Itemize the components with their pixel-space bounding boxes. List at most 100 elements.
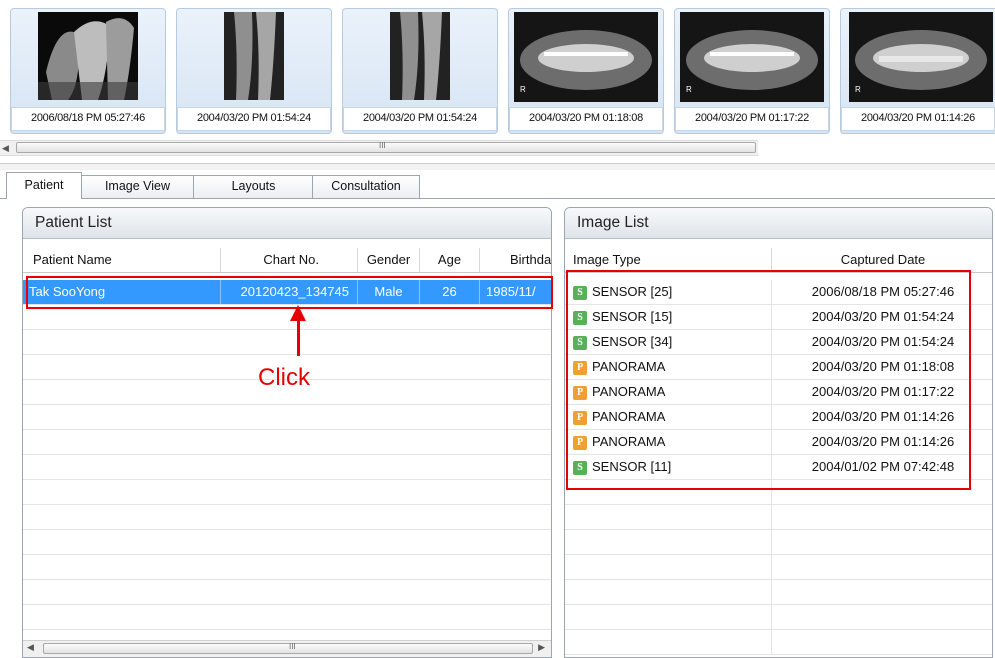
image-type-label: SENSOR [11] [592, 459, 672, 474]
image-row[interactable]: P PANORAMA 2004/03/20 PM 01:14:26 [565, 405, 992, 430]
arrow-shaft [297, 318, 300, 356]
thumbnail-strip: 2006/08/18 PM 05:27:46 2004/03/20 PM 01:… [0, 0, 995, 140]
image-row[interactable]: S SENSOR [11] 2004/01/02 PM 07:42:48 [565, 455, 992, 480]
xray-sensor-image [224, 12, 284, 100]
image-row[interactable]: P PANORAMA 2004/03/20 PM 01:17:22 [565, 380, 992, 405]
click-annotation: Click [258, 364, 310, 391]
empty-row [23, 505, 551, 530]
image-type-label: PANORAMA [592, 409, 666, 424]
captured-date-cell: 2004/01/02 PM 07:42:48 [811, 459, 955, 474]
image-list-panel: Image List Image Type Captured Date S SEN… [564, 207, 993, 658]
image-type-cell: P PANORAMA [565, 405, 772, 429]
empty-row [23, 305, 551, 330]
image-type-label: PANORAMA [592, 359, 666, 374]
gender-cell: Male [358, 280, 420, 304]
tab-patient[interactable]: Patient [6, 172, 82, 199]
patient-rows: Tak SooYong 20120423_134745 Male 26 1985… [23, 272, 551, 657]
empty-row [23, 555, 551, 580]
patient-row[interactable]: Tak SooYong 20120423_134745 Male 26 1985… [23, 280, 551, 305]
thumbnail-scrollbar[interactable]: ◀ III [0, 140, 758, 156]
empty-row [23, 605, 551, 630]
column-header-gender[interactable]: Gender [358, 248, 420, 272]
scrollbar-grip: III [289, 642, 296, 651]
thumbnail-caption: 2004/03/20 PM 01:14:26 [841, 107, 995, 131]
scroll-left-icon[interactable]: ◀ [27, 642, 34, 653]
image-type-label: PANORAMA [592, 434, 666, 449]
image-row[interactable]: S SENSOR [34] 2004/03/20 PM 01:54:24 [565, 330, 992, 355]
chart-no-cell: 20120423_134745 [221, 280, 358, 304]
image-row[interactable]: S SENSOR [15] 2004/03/20 PM 01:54:24 [565, 305, 992, 330]
xray-sensor-image [390, 12, 450, 100]
thumbnail-sensor[interactable]: 2004/03/20 PM 01:54:24 [342, 8, 498, 134]
image-row[interactable]: S SENSOR [25] 2006/08/18 PM 05:27:46 [565, 280, 992, 305]
svg-text:R: R [855, 85, 861, 94]
image-type-label: SENSOR [34] [592, 334, 673, 349]
thumbnail-panorama[interactable]: R 2004/03/20 PM 01:18:08 [508, 8, 664, 134]
panel-title: Image List [565, 208, 992, 239]
column-header-captured-date[interactable]: Captured Date [772, 248, 992, 272]
thumbnail-caption: 2004/03/20 PM 01:54:24 [343, 107, 497, 131]
sensor-badge-icon: S [573, 460, 587, 475]
scrollbar-thumb[interactable]: III [43, 642, 533, 654]
captured-date-cell: 2004/03/20 PM 01:14:26 [811, 409, 955, 424]
thumbnail-caption: 2006/08/18 PM 05:27:46 [11, 107, 165, 131]
thumbnail-sensor[interactable]: 2006/08/18 PM 05:27:46 [10, 8, 166, 134]
captured-date-cell: 2004/03/20 PM 01:54:24 [811, 334, 955, 349]
thumbnail-sensor[interactable]: 2004/03/20 PM 01:54:24 [176, 8, 332, 134]
captured-date-cell: 2004/03/20 PM 01:54:24 [811, 309, 955, 324]
svg-text:R: R [520, 85, 526, 94]
panorama-badge-icon: P [573, 360, 587, 375]
birthday-cell: 1985/11/ [486, 284, 536, 299]
captured-date-cell: 2006/08/18 PM 05:27:46 [811, 284, 955, 299]
thumbnail-panorama[interactable]: R 2004/03/20 PM 01:17:22 [674, 8, 830, 134]
scrollbar-thumb[interactable]: III [16, 141, 756, 153]
image-type-label: SENSOR [15] [592, 309, 673, 324]
scroll-right-icon[interactable]: ▶ [538, 642, 545, 653]
image-type-cell: P PANORAMA [565, 355, 772, 379]
xray-panorama-image: R [849, 12, 993, 102]
tab-bar: Patient Image View Layouts Consultation [0, 172, 995, 199]
column-header-patient-name[interactable]: Patient Name [23, 248, 221, 272]
xray-panorama-image: R [514, 12, 658, 102]
thumbnail-panorama[interactable]: R 2004/03/20 PM 01:14:26 [840, 8, 995, 134]
image-type-cell: S SENSOR [34] [565, 330, 772, 354]
tab-layouts[interactable]: Layouts [193, 175, 314, 198]
column-header-chart-no[interactable]: Chart No. [221, 248, 358, 272]
image-type-cell: P PANORAMA [565, 430, 772, 454]
scrollbar-grip: III [379, 141, 386, 150]
image-grid-header: Image Type Captured Date [565, 248, 992, 273]
empty-row [23, 480, 551, 505]
tab-consultation[interactable]: Consultation [312, 175, 420, 198]
image-type-cell: S SENSOR [15] [565, 305, 772, 329]
empty-row [23, 530, 551, 555]
image-type-cell: P PANORAMA [565, 380, 772, 404]
image-type-cell: S SENSOR [25] [565, 280, 772, 304]
scroll-left-icon[interactable]: ◀ [2, 141, 9, 155]
panorama-badge-icon: P [573, 435, 587, 450]
age-cell: 26 [420, 280, 480, 304]
empty-row [565, 505, 992, 530]
panorama-badge-icon: P [573, 410, 587, 425]
empty-row [565, 605, 992, 630]
image-rows: S SENSOR [25] 2006/08/18 PM 05:27:46 S SEN… [565, 272, 992, 657]
empty-row [565, 580, 992, 605]
tab-image-view[interactable]: Image View [80, 175, 195, 198]
patient-horizontal-scrollbar[interactable]: ◀ III ▶ [23, 640, 551, 657]
image-row[interactable]: P PANORAMA 2004/03/20 PM 01:14:26 [565, 430, 992, 455]
panel-title: Patient List [23, 208, 551, 239]
xray-sensor-image [38, 12, 138, 100]
image-type-label: SENSOR [25] [592, 284, 673, 299]
panorama-badge-icon: P [573, 385, 587, 400]
xray-panorama-image: R [680, 12, 824, 102]
empty-row [23, 430, 551, 455]
column-header-age[interactable]: Age [420, 248, 480, 272]
captured-date-cell: 2004/03/20 PM 01:14:26 [811, 434, 955, 449]
empty-row [565, 480, 992, 505]
patient-name-cell: Tak SooYong [23, 280, 221, 304]
column-header-image-type[interactable]: Image Type [565, 248, 772, 272]
thumbnail-caption: 2004/03/20 PM 01:54:24 [177, 107, 331, 131]
column-header-birthday[interactable]: Birthday [480, 248, 551, 272]
empty-row [565, 555, 992, 580]
splitter[interactable] [0, 163, 995, 170]
image-row[interactable]: P PANORAMA 2004/03/20 PM 01:18:08 [565, 355, 992, 380]
